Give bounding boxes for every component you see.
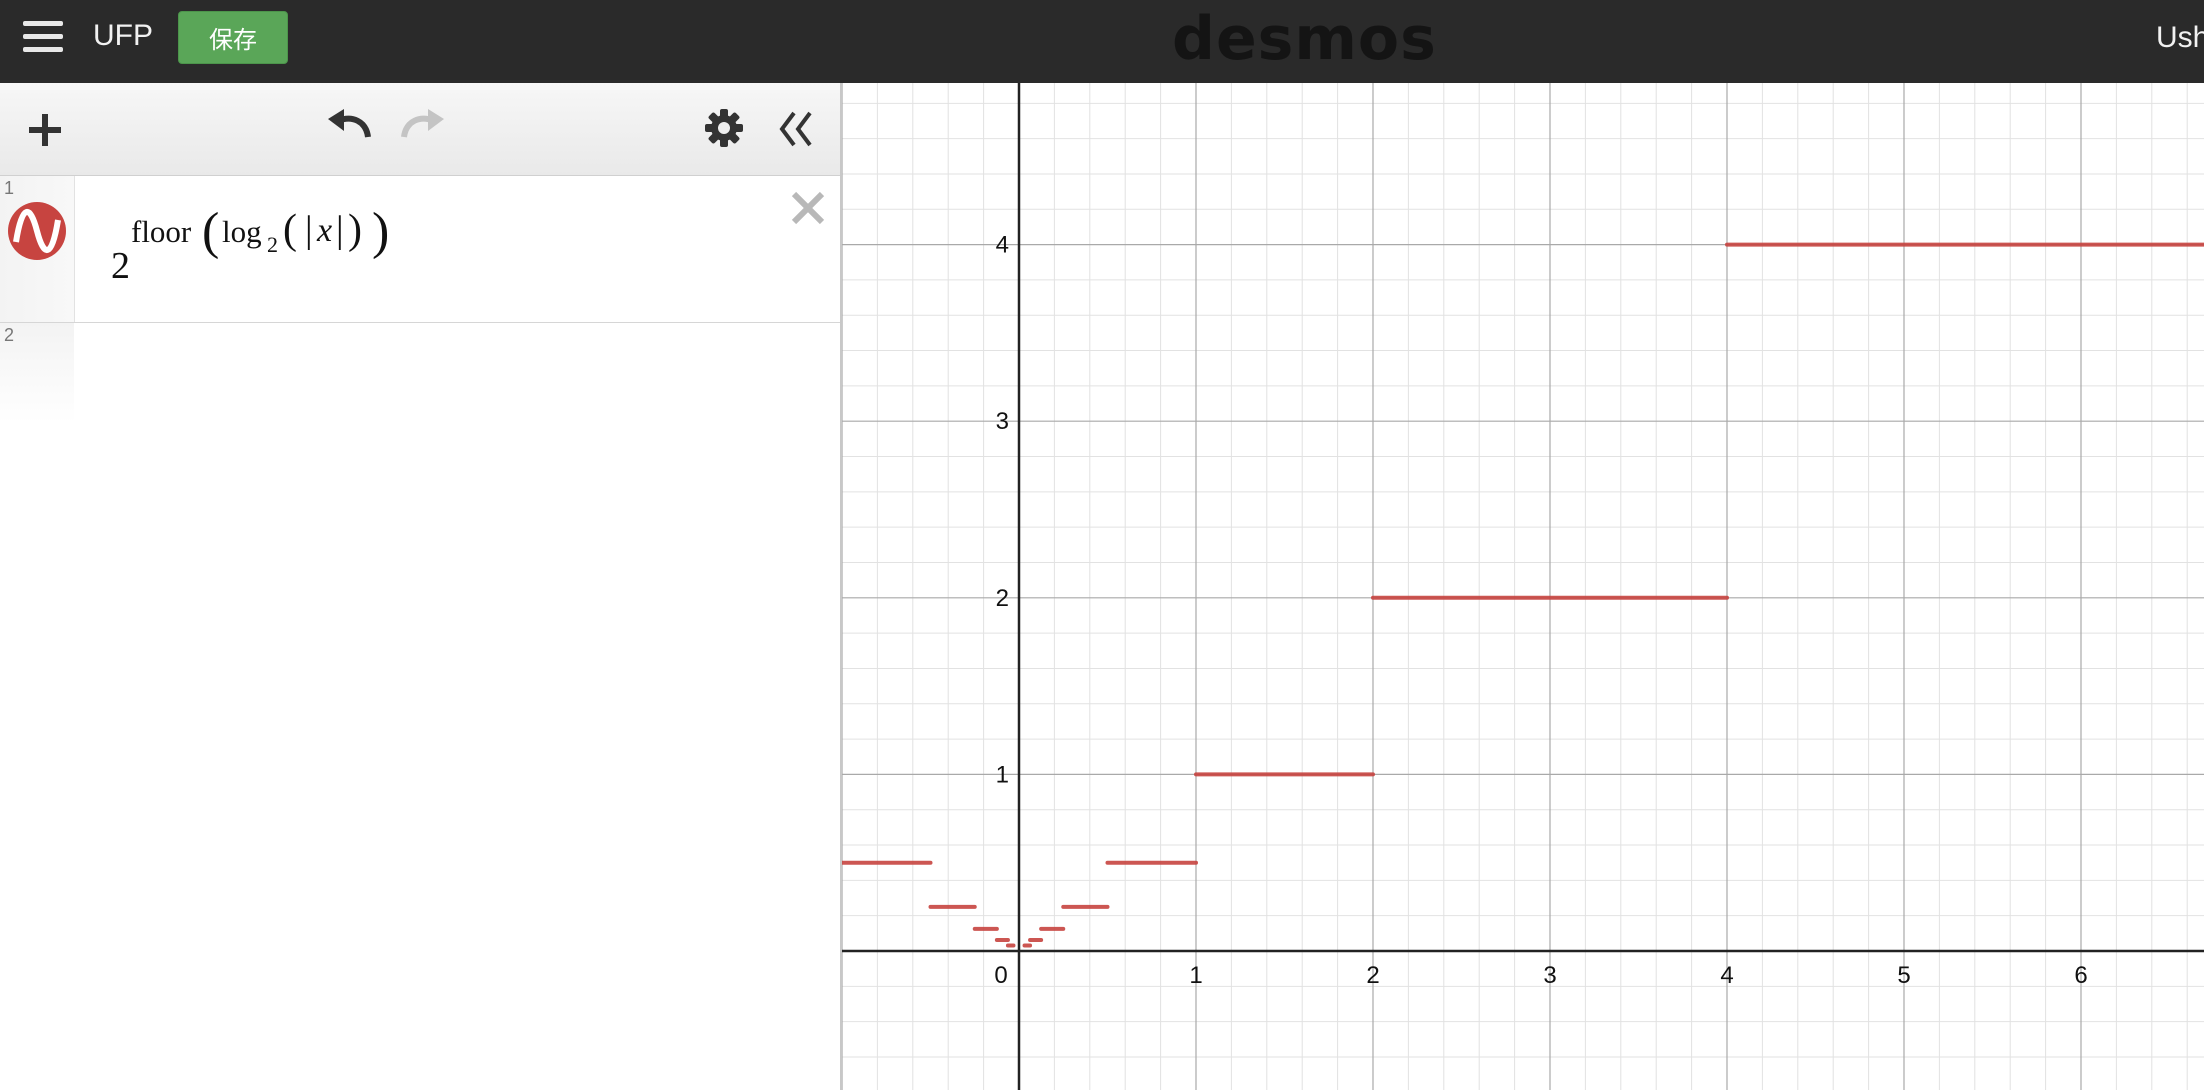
y-tick-label: 2 [996, 585, 1009, 612]
math-paren: ) [372, 203, 390, 260]
x-tick-label: 5 [1897, 962, 1910, 989]
top-bar: UFP 保存 desmos Ush [0, 0, 2204, 83]
math-var: x [317, 212, 333, 249]
y-tick-label: 4 [996, 232, 1009, 259]
user-name[interactable]: Ush [2156, 21, 2204, 55]
math-abs-bar: | [336, 209, 344, 251]
expression-math[interactable]: 2 floor ( log 2 ( | x | ) ) [108, 202, 408, 302]
plus-icon[interactable] [26, 111, 64, 149]
expression-gutter: 2 [0, 323, 74, 423]
desmos-logo: desmos [1172, 4, 1437, 74]
y-tick-label: 1 [996, 761, 1009, 788]
y-tick-label: 3 [996, 408, 1009, 435]
double-chevron-left-icon[interactable] [776, 109, 816, 149]
save-button[interactable]: 保存 [178, 11, 288, 64]
expression-index: 1 [4, 178, 15, 198]
math-log-base: 2 [267, 232, 278, 257]
x-tick-label: 4 [1720, 962, 1733, 989]
close-icon[interactable] [790, 190, 826, 226]
expression-row-empty[interactable]: 2 [0, 323, 840, 423]
math-paren: ( [283, 207, 297, 253]
graph-wave-icon[interactable] [8, 202, 66, 260]
expression-panel: 1 2 floor ( log 2 ( | x | ) ) 2 [0, 83, 842, 1090]
math-paren: ( [202, 203, 220, 260]
expression-toolbar [0, 83, 840, 176]
x-tick-label: 0 [994, 962, 1007, 989]
x-tick-label: 6 [2074, 962, 2087, 989]
hamburger-menu-icon[interactable] [23, 19, 65, 55]
graph-svg[interactable]: 0 1 2 3 4 5 6 1 2 3 4 [842, 83, 2204, 1090]
graph-title[interactable]: UFP [93, 19, 153, 53]
x-tick-label: 1 [1189, 962, 1202, 989]
redo-icon[interactable] [398, 107, 448, 147]
graph-canvas[interactable]: 0 1 2 3 4 5 6 1 2 3 4 [842, 83, 2204, 1090]
undo-icon[interactable] [324, 107, 374, 147]
math-abs-bar: | [305, 209, 313, 251]
math-floor: floor [131, 214, 192, 249]
expression-index: 2 [4, 325, 15, 345]
x-tick-label: 2 [1366, 962, 1379, 989]
expression-gutter: 1 [0, 176, 75, 322]
gear-icon[interactable] [703, 107, 745, 149]
math-paren: ) [348, 207, 362, 253]
math-base: 2 [111, 245, 130, 287]
expression-row[interactable]: 1 2 floor ( log 2 ( | x | ) ) [0, 176, 840, 323]
math-log: log [222, 214, 262, 249]
x-tick-label: 3 [1543, 962, 1556, 989]
